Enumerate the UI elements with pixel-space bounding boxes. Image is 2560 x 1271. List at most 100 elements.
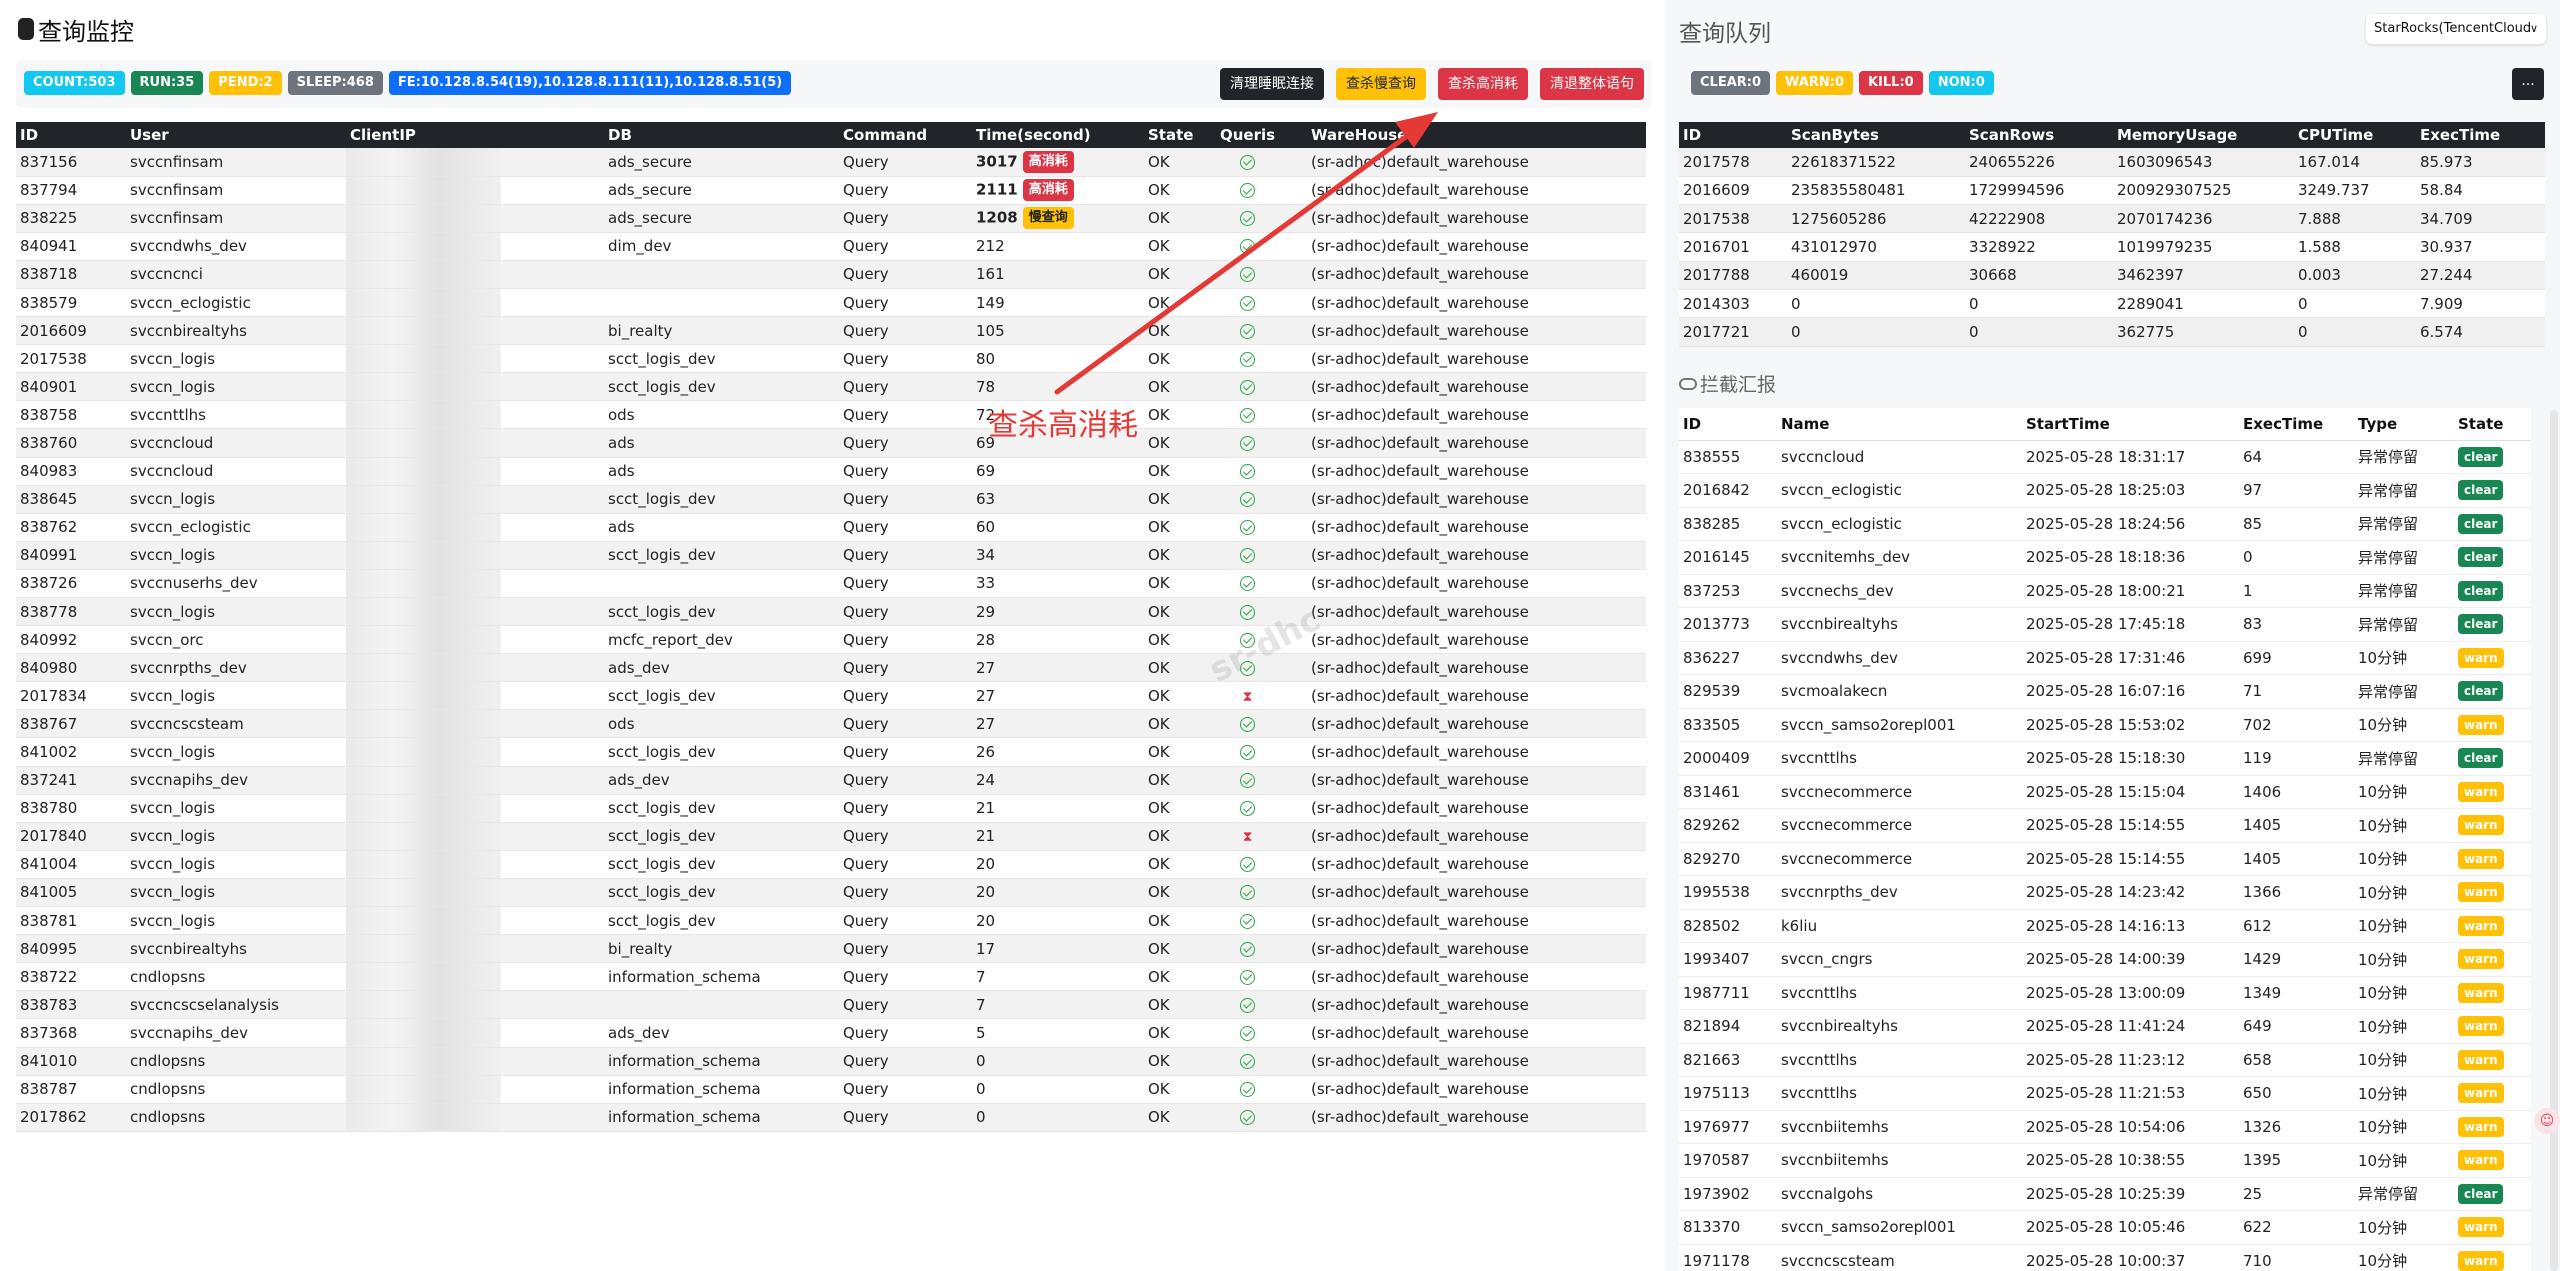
intercept-row[interactable]: 1973902 svccnalgohs 2025-05-28 10:25:39 25 异… — [1679, 1177, 2531, 1211]
queue-row[interactable]: 2016701 431012970 3328922 1019979235 1.588 30… — [1679, 232, 2545, 262]
intercept-row[interactable]: 829539 svcmoalakecn 2025-05-28 16:07:16 71 异… — [1679, 674, 2531, 709]
qcol-memory[interactable]: MemoryUsage — [2113, 122, 2294, 148]
table-row[interactable]: 841010 cndlopsns information_schema Query 0 O… — [16, 1047, 1646, 1076]
intercept-row[interactable]: 821894 svccnbirealtyhs 2025-05-28 11:41:24… — [1679, 1009, 2531, 1044]
table-row[interactable]: 838762 svccn_eclogistic ads Query 60 OK (sr-ad… — [16, 513, 1646, 542]
intercept-row[interactable]: 833505 svccn_samso2orepl001 2025-05-28 15:… — [1679, 708, 2531, 742]
icol-starttime[interactable]: StartTime — [2022, 408, 2239, 441]
warn-state-badge[interactable]: warn — [2458, 647, 2504, 668]
clear-state-badge[interactable]: clear — [2458, 513, 2504, 534]
table-row[interactable]: 837156 svccnfinsam ads_secure Query 3017 高消耗 O… — [16, 148, 1646, 177]
table-row[interactable]: 841004 svccn_logis scct_logis_dev Query 20 OK… — [16, 850, 1646, 879]
qcol-scanrows[interactable]: ScanRows — [1965, 122, 2113, 148]
warn-state-badge[interactable]: warn — [2458, 1116, 2504, 1137]
clear-state-badge[interactable]: clear — [2458, 614, 2504, 635]
table-row[interactable]: 837368 svccnapihs_dev ads_dev Query 5 OK (sr-a… — [16, 1018, 1646, 1048]
qcol-id[interactable]: ID — [1679, 122, 1787, 148]
icol-type[interactable]: Type — [2354, 408, 2454, 441]
col-warehouse[interactable]: WareHouse — [1307, 122, 1646, 148]
qcol-scanbytes[interactable]: ScanBytes — [1787, 122, 1965, 148]
table-row[interactable]: 838579 svccn_eclogistic Query 149 OK (sr-adho… — [16, 288, 1646, 318]
warn-state-badge[interactable]: warn — [2458, 714, 2504, 735]
qcol-exectime[interactable]: ExecTime — [2416, 122, 2545, 148]
warn-state-badge[interactable]: warn — [2458, 1049, 2504, 1070]
intercept-row[interactable]: 2016842 svccn_eclogistic 2025-05-28 18:25:… — [1679, 473, 2531, 508]
table-row[interactable]: 838645 svccn_logis scct_logis_dev Query 63 OK… — [16, 485, 1646, 514]
intercept-row[interactable]: 2013773 svccnbirealtyhs 2025-05-28 17:45:1… — [1679, 607, 2531, 642]
queue-row[interactable]: 2014303 0 0 2289041 0 7.909 — [1679, 289, 2545, 319]
warn-state-badge[interactable]: warn — [2458, 848, 2504, 869]
icol-name[interactable]: Name — [1777, 408, 2022, 441]
clear-state-badge[interactable]: clear — [2458, 480, 2504, 501]
clear-all-statements-button[interactable]: 清退整体语句 — [1540, 68, 1644, 100]
table-row[interactable]: 838718 svccncnci Query 161 OK (sr-adhoc)defau… — [16, 260, 1646, 289]
warn-state-badge[interactable]: warn — [2458, 982, 2504, 1003]
warn-state-badge[interactable]: warn — [2458, 1217, 2504, 1238]
warn-state-badge[interactable]: warn — [2458, 915, 2504, 936]
more-button[interactable]: ... — [2512, 68, 2544, 100]
intercept-scrollbar[interactable] — [2550, 410, 2558, 1271]
table-row[interactable]: 840995 svccnbirealtyhs bi_realty Query 17 OK (… — [16, 934, 1646, 964]
table-row[interactable]: 838787 cndlopsns information_schema Query 0 O… — [16, 1075, 1646, 1104]
clear-state-badge[interactable]: clear — [2458, 580, 2504, 601]
intercept-row[interactable]: 838555 svccncloud 2025-05-28 18:31:17 64 异常停… — [1679, 440, 2531, 474]
engine-select[interactable]: StarRocks(TencentCloud ∨ — [2366, 14, 2546, 44]
intercept-row[interactable]: 1975113 svccnttlhs 2025-05-28 11:21:53 650 1… — [1679, 1076, 2531, 1111]
table-row[interactable]: 838780 svccn_logis scct_logis_dev Query 21 OK… — [16, 794, 1646, 823]
table-row[interactable]: 840983 svccncloud ads Query 69 OK (sr-adhoc)de… — [16, 457, 1646, 486]
col-command[interactable]: Command — [839, 122, 972, 148]
table-row[interactable]: 838760 svccncloud ads Query 69 OK (sr-adhoc)de… — [16, 428, 1646, 458]
table-row[interactable]: 838722 cndlopsns information_schema Query 7 O… — [16, 962, 1646, 992]
table-row[interactable]: 838783 svccncscselanalysis Query 7 OK (sr-adh… — [16, 990, 1646, 1020]
warn-state-badge[interactable]: warn — [2458, 1250, 2504, 1271]
intercept-row[interactable]: 1970587 svccnbiitemhs 2025-05-28 10:38:55 1… — [1679, 1143, 2531, 1178]
warn-state-badge[interactable]: warn — [2458, 1083, 2504, 1104]
table-row[interactable]: 838778 svccn_logis scct_logis_dev Query 29 OK… — [16, 597, 1646, 627]
table-row[interactable]: 841005 svccn_logis scct_logis_dev Query 20 OK… — [16, 878, 1646, 908]
intercept-row[interactable]: 838285 svccn_eclogistic 2025-05-28 18:24:5… — [1679, 507, 2531, 541]
icol-exectime[interactable]: ExecTime — [2239, 408, 2354, 441]
table-row[interactable]: 840901 svccn_logis scct_logis_dev Query 78 OK… — [16, 372, 1646, 402]
col-user[interactable]: User — [126, 122, 346, 148]
table-row[interactable]: 838726 svccnuserhs_dev Query 33 OK (sr-adhoc)… — [16, 569, 1646, 599]
col-state[interactable]: State — [1144, 122, 1216, 148]
queue-row[interactable]: 2017721 0 0 362775 0 6.574 — [1679, 317, 2545, 347]
clear-state-badge[interactable]: clear — [2458, 748, 2504, 769]
queue-row[interactable]: 2017788 460019 30668 3462397 0.003 27.244 — [1679, 261, 2545, 290]
table-row[interactable]: 838758 svccnttlhs ods Query 72 OK (sr-adhoc)de… — [16, 400, 1646, 430]
intercept-row[interactable]: 829270 svccnecommerce 2025-05-28 15:14:55 1… — [1679, 842, 2531, 876]
warn-state-badge[interactable]: warn — [2458, 949, 2504, 970]
queue-row[interactable]: 2016609 235835580481 1729994596 20092930752… — [1679, 176, 2545, 206]
table-row[interactable]: 840941 svccndwhs_dev dim_dev Query 212 OK (sr-… — [16, 232, 1646, 261]
intercept-row[interactable]: 1976977 svccnbiitemhs 2025-05-28 10:54:06 1… — [1679, 1110, 2531, 1144]
clear-sleep-button[interactable]: 清理睡眠连接 — [1220, 68, 1324, 100]
col-id[interactable]: ID — [16, 122, 126, 148]
intercept-row[interactable]: 1995538 svccnrpths_dev 2025-05-28 14:23:42… — [1679, 875, 2531, 910]
icol-state[interactable]: State — [2454, 408, 2531, 441]
kill-high-cost-button[interactable]: 查杀高消耗 — [1438, 68, 1528, 100]
intercept-row[interactable]: 2000409 svccnttlhs 2025-05-28 15:18:30 119 异… — [1679, 741, 2531, 776]
intercept-row[interactable]: 836227 svccndwhs_dev 2025-05-28 17:31:46 69… — [1679, 641, 2531, 675]
table-row[interactable]: 840992 svccn_orc mcfc_report_dev Query 28 OK (… — [16, 625, 1646, 655]
table-row[interactable]: 837794 svccnfinsam ads_secure Query 2111 高消耗 O… — [16, 176, 1646, 205]
intercept-row[interactable]: 831461 svccnecommerce 2025-05-28 15:15:04 1… — [1679, 775, 2531, 809]
queue-row[interactable]: 2017578 22618371522 240655226 1603096543 167… — [1679, 148, 2545, 177]
icol-id[interactable]: ID — [1679, 408, 1777, 441]
table-row[interactable]: 2017538 svccn_logis scct_logis_dev Query 80 O… — [16, 344, 1646, 374]
col-clientip[interactable]: ClientIP — [346, 122, 604, 148]
table-row[interactable]: 2016609 svccnbirealtyhs bi_realty Query 105 O… — [16, 316, 1646, 346]
col-db[interactable]: DB — [604, 122, 839, 148]
queue-row[interactable]: 2017538 1275605286 42222908 2070174236 7.888… — [1679, 204, 2545, 234]
table-row[interactable]: 2017862 cndlopsns information_schema Query 0… — [16, 1103, 1646, 1132]
intercept-row[interactable]: 1971178 svccncscsteam 2025-05-28 10:00:37 7… — [1679, 1244, 2531, 1271]
intercept-row[interactable]: 821663 svccnttlhs 2025-05-28 11:23:12 658 10… — [1679, 1043, 2531, 1077]
table-row[interactable]: 838767 svccncscsteam ods Query 27 OK (sr-adhoc… — [16, 709, 1646, 739]
intercept-row[interactable]: 813370 svccn_samso2orepl001 2025-05-28 10:… — [1679, 1210, 2531, 1245]
intercept-row[interactable]: 1987711 svccnttlhs 2025-05-28 13:00:09 1349… — [1679, 976, 2531, 1010]
table-row[interactable]: 838225 svccnfinsam ads_secure Query 1208 慢查询 O… — [16, 204, 1646, 233]
intercept-row[interactable]: 829262 svccnecommerce 2025-05-28 15:14:55 1… — [1679, 808, 2531, 843]
table-row[interactable]: 2017834 svccn_logis scct_logis_dev Query 27 O… — [16, 681, 1646, 711]
table-row[interactable]: 838781 svccn_logis scct_logis_dev Query 20 OK… — [16, 906, 1646, 936]
table-row[interactable]: 840991 svccn_logis scct_logis_dev Query 34 OK… — [16, 541, 1646, 570]
assistant-icon[interactable]: ☺ — [2534, 1108, 2560, 1134]
